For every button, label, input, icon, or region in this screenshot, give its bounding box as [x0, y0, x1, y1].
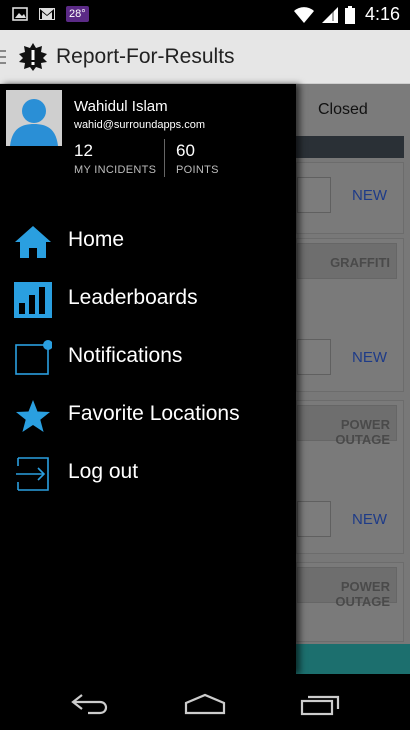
user-name: Wahidul Islam: [74, 98, 168, 115]
user-email: wahid@surroundapps.com: [74, 119, 206, 131]
battery-icon: [344, 5, 355, 24]
drawer-item-leaderboards[interactable]: Leaderboards: [0, 270, 296, 328]
incident-thumbnail: [297, 339, 331, 375]
stats-divider: [164, 139, 165, 177]
drawer-item-label: Log out: [68, 460, 139, 483]
status-new: NEW: [352, 187, 387, 204]
drawer-item-label: Home: [68, 228, 125, 251]
star-icon: [16, 400, 50, 432]
gmail-icon: [39, 8, 55, 20]
logout-icon: [16, 457, 49, 491]
incident-card[interactable]: NEW: [296, 162, 404, 234]
points-count: 60: [176, 141, 195, 160]
avatar[interactable]: [6, 90, 62, 146]
category-chip: POWER OUTAGE: [297, 405, 397, 447]
drawer-item-home[interactable]: Home: [0, 212, 296, 270]
alert-badge-icon[interactable]: [18, 42, 48, 72]
bar-chart-icon: [14, 282, 52, 318]
user-avatar-icon: [6, 90, 62, 146]
status-new: NEW: [352, 349, 387, 366]
incident-card[interactable]: POWER OUTAGE NEW: [296, 400, 404, 554]
incident-thumbnail: [297, 177, 331, 213]
drawer-indicator-icon[interactable]: [0, 50, 6, 68]
card-image: [296, 136, 404, 158]
signal-icon: [321, 6, 338, 23]
status-time: 4:16: [364, 4, 400, 24]
tab-closed[interactable]: Closed: [296, 84, 410, 140]
drawer-item-label: Leaderboards: [68, 286, 198, 309]
category-chip: POWER OUTAGE: [297, 567, 397, 609]
app-title: Report-For-Results: [56, 45, 235, 68]
wifi-icon: [293, 6, 314, 23]
drawer-item-logout[interactable]: Log out: [0, 444, 296, 502]
system-nav-bar: [0, 674, 410, 730]
drawer-item-label: Favorite Locations: [68, 402, 240, 425]
category-chip: GRAFFITI: [297, 243, 397, 279]
drawer-item-label: Notifications: [68, 344, 183, 367]
back-icon[interactable]: [70, 692, 112, 716]
status-bar: 28° 4:16: [0, 0, 410, 30]
incidents-count: 12: [74, 141, 93, 160]
recents-icon[interactable]: [300, 692, 342, 716]
incident-thumbnail: [297, 501, 331, 537]
notification-icon: [15, 340, 52, 375]
weather-badge: 28°: [66, 6, 89, 22]
action-bar: Report-For-Results: [0, 30, 410, 84]
incident-card[interactable]: POWER OUTAGE: [296, 562, 404, 642]
incidents-label: MY INCIDENTS: [74, 164, 157, 176]
drawer-item-notifications[interactable]: Notifications: [0, 328, 296, 386]
card-image: [296, 644, 410, 674]
drawer-item-favorite-locations[interactable]: Favorite Locations: [0, 386, 296, 444]
image-icon: [12, 7, 28, 21]
points-label: POINTS: [176, 164, 219, 176]
home-icon: [15, 226, 51, 258]
home-nav-icon[interactable]: [183, 692, 227, 716]
status-new: NEW: [352, 511, 387, 528]
navigation-drawer: Wahidul Islam wahid@surroundapps.com 12 …: [0, 84, 296, 674]
incident-card[interactable]: GRAFFITI NEW: [296, 238, 404, 392]
